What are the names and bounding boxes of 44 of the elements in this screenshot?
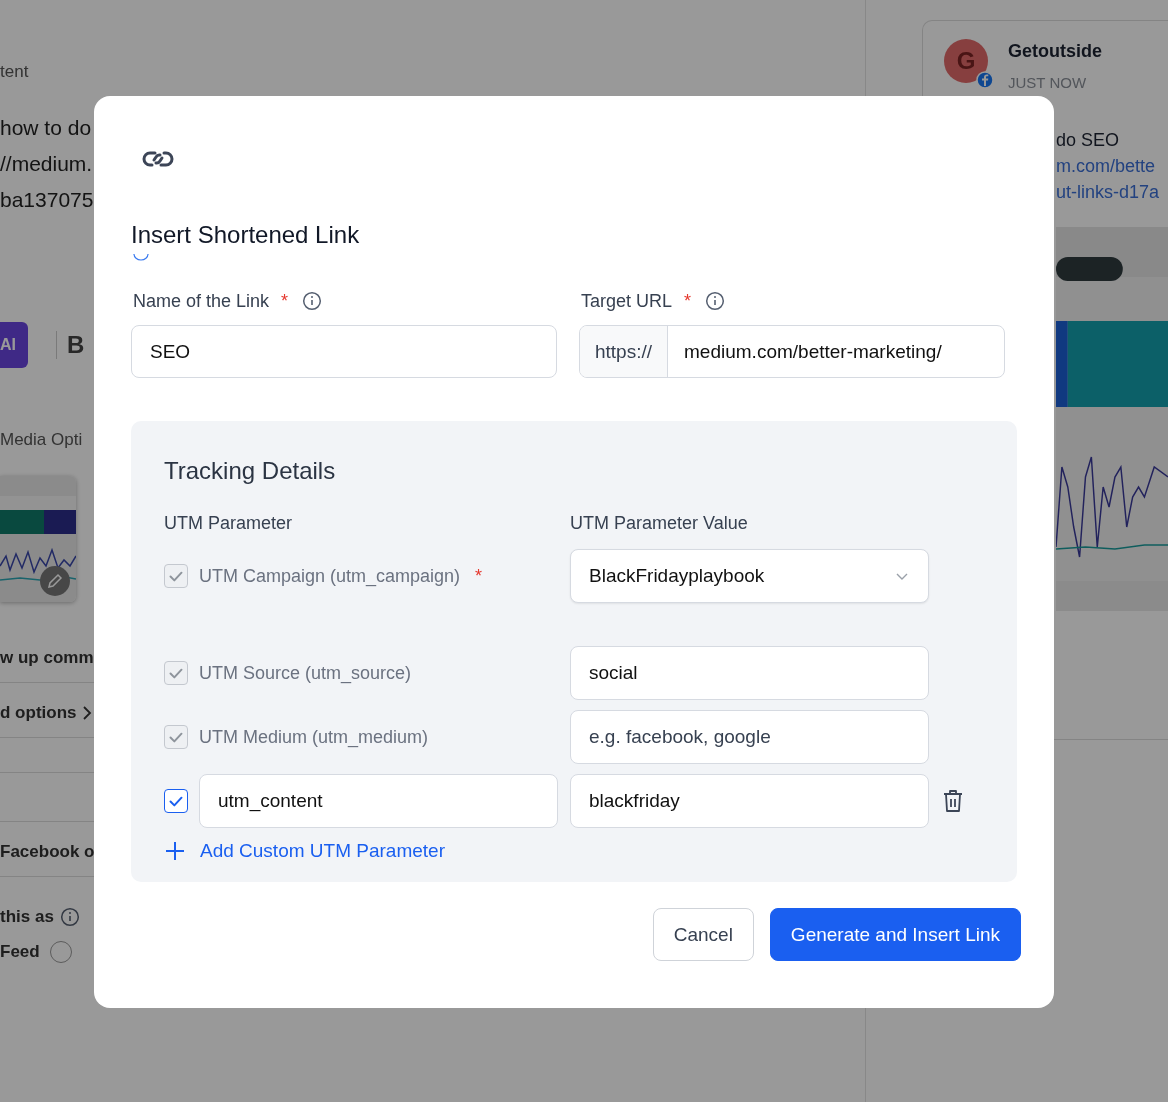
info-icon[interactable]	[59, 907, 80, 927]
chevron-right-icon[interactable]	[82, 705, 93, 721]
bold-button[interactable]: B	[56, 331, 85, 359]
column-header: UTM Parameter Value	[570, 513, 749, 534]
radio-button[interactable]	[49, 941, 72, 963]
option-label[interactable]: d options	[0, 703, 77, 723]
option-label: w up comm	[0, 648, 94, 668]
radio-label: Feed	[0, 942, 40, 962]
section-label: tent	[0, 62, 30, 82]
spinner-icon	[133, 253, 149, 261]
post-time: JUST NOW	[1008, 74, 1088, 91]
parameter-label: UTM Campaign (utm_campaign)	[199, 565, 461, 587]
post-text: do SEO	[1056, 130, 1120, 150]
section-title: Tracking Details	[164, 457, 337, 485]
option-label: Facebook o	[0, 842, 95, 862]
info-icon[interactable]	[302, 291, 323, 311]
input-field[interactable]: utm_content	[199, 774, 558, 828]
add-parameter-button[interactable]: Add Custom UTM Parameter	[164, 840, 445, 862]
required-mark: *	[475, 565, 483, 587]
post-text: //medium.	[0, 151, 94, 177]
trash-icon[interactable]	[941, 788, 965, 814]
field-label: Name of the Link	[133, 290, 270, 312]
ai-button[interactable]: AI	[0, 322, 28, 368]
dialog-title: Insert Shortened Link	[131, 221, 361, 249]
option-label: this as	[0, 907, 54, 927]
parameter-label: UTM Medium (utm_medium)	[199, 726, 429, 748]
cancel-button[interactable]: Cancel	[652, 908, 754, 961]
column-header: UTM Parameter	[164, 513, 294, 534]
input-field[interactable]: blackfriday	[570, 774, 929, 828]
parameter-label: UTM Source (utm_source)	[199, 662, 412, 684]
checkbox[interactable]	[164, 789, 188, 813]
facebook-icon	[976, 71, 994, 89]
generate-button[interactable]: Generate and Insert Link	[769, 908, 1021, 961]
required-mark: *	[684, 290, 692, 312]
plus-icon	[164, 840, 186, 862]
post-text: ba137075	[0, 187, 94, 213]
account-name: Getoutside	[1008, 41, 1102, 62]
info-icon[interactable]	[705, 291, 726, 311]
section-label: Media Opti	[0, 430, 84, 450]
input-field[interactable]: SEO	[131, 325, 557, 378]
pencil-icon	[46, 572, 64, 590]
post-text: how to do	[0, 115, 93, 141]
required-mark: *	[281, 290, 289, 312]
field-label: Target URL	[581, 290, 673, 312]
